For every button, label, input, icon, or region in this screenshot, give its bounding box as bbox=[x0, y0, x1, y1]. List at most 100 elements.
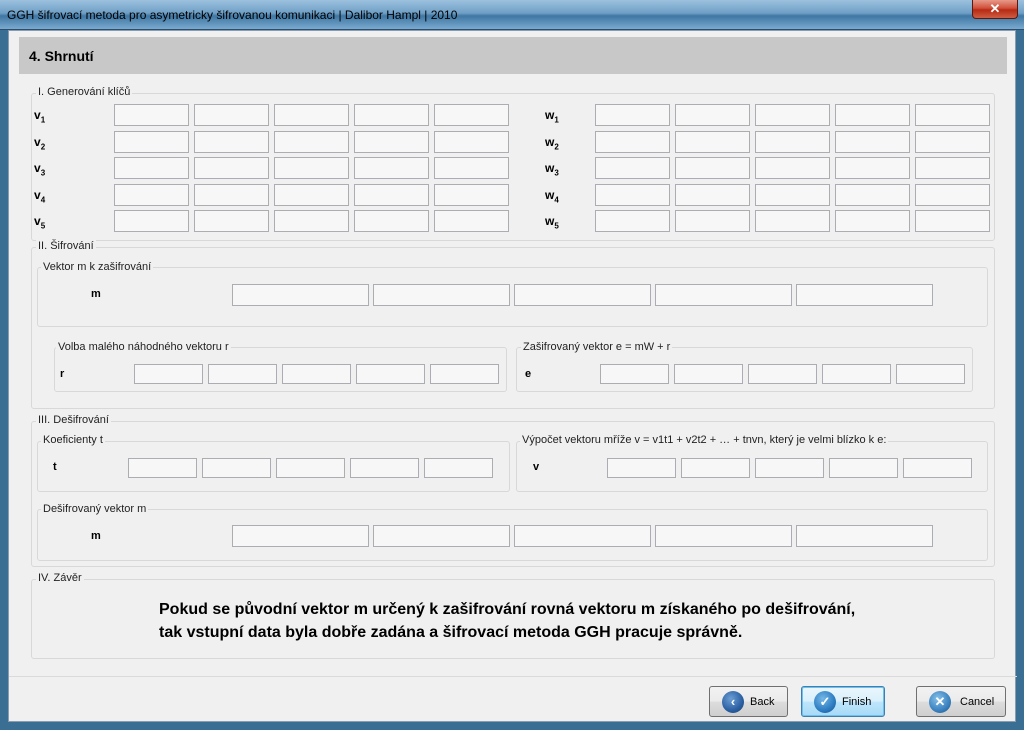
t-vector-cell[interactable] bbox=[276, 458, 345, 478]
checkmark-icon: ✓ bbox=[814, 691, 836, 713]
v-matrix-cell[interactable] bbox=[114, 157, 189, 179]
decrypted-m-cell[interactable] bbox=[796, 525, 933, 547]
w-matrix-cell[interactable] bbox=[835, 210, 910, 232]
conclusion-label: IV. Závěr bbox=[36, 572, 84, 584]
t-vector-cell[interactable] bbox=[424, 458, 493, 478]
w-matrix-cell[interactable] bbox=[595, 210, 670, 232]
v-matrix-cell[interactable] bbox=[194, 104, 269, 126]
r-vector-cell[interactable] bbox=[208, 364, 277, 384]
w-matrix-cell[interactable] bbox=[915, 157, 990, 179]
page-title: 4. Shrnutí bbox=[29, 48, 94, 64]
w-matrix-cell[interactable] bbox=[595, 104, 670, 126]
v-matrix-cell[interactable] bbox=[274, 131, 349, 153]
v-matrix-cell[interactable] bbox=[354, 131, 429, 153]
v-vector-cell[interactable] bbox=[903, 458, 972, 478]
m-vector-cell[interactable] bbox=[514, 284, 651, 306]
w-matrix-cell[interactable] bbox=[755, 210, 830, 232]
v-label: v bbox=[533, 461, 540, 473]
w-matrix-cell[interactable] bbox=[835, 157, 910, 179]
v-matrix-cell[interactable] bbox=[274, 157, 349, 179]
e-vector-cell[interactable] bbox=[600, 364, 669, 384]
w-matrix-cell[interactable] bbox=[595, 131, 670, 153]
v5-label: v5 bbox=[34, 214, 46, 231]
w-matrix-cell[interactable] bbox=[835, 131, 910, 153]
v-matrix-cell[interactable] bbox=[354, 104, 429, 126]
w-matrix-cell[interactable] bbox=[675, 131, 750, 153]
r-label: r bbox=[60, 368, 65, 380]
finish-button[interactable]: ✓ Finish bbox=[801, 686, 885, 717]
m-label: m bbox=[91, 288, 101, 300]
w-matrix-cell[interactable] bbox=[595, 157, 670, 179]
t-vector-cell[interactable] bbox=[350, 458, 419, 478]
w-matrix-cell[interactable] bbox=[675, 210, 750, 232]
r-vector-cell[interactable] bbox=[282, 364, 351, 384]
v-matrix-cell[interactable] bbox=[194, 131, 269, 153]
v-matrix-cell[interactable] bbox=[434, 104, 509, 126]
v-matrix-cell[interactable] bbox=[354, 184, 429, 206]
w-matrix-cell[interactable] bbox=[755, 184, 830, 206]
w-matrix-cell[interactable] bbox=[675, 157, 750, 179]
t-vector-cell[interactable] bbox=[128, 458, 197, 478]
v-matrix-cell[interactable] bbox=[114, 184, 189, 206]
back-button-label: Back bbox=[750, 696, 775, 708]
cancel-button-label: Cancel bbox=[960, 696, 995, 708]
v2-label: v2 bbox=[34, 135, 46, 152]
coefficients-label: Koeficienty t bbox=[41, 434, 105, 446]
decrypted-m-cell[interactable] bbox=[373, 525, 510, 547]
w-matrix-cell[interactable] bbox=[835, 184, 910, 206]
decrypted-m-cell[interactable] bbox=[514, 525, 651, 547]
v-matrix-cell[interactable] bbox=[434, 131, 509, 153]
w-matrix-cell[interactable] bbox=[675, 104, 750, 126]
lattice-vector-label: Výpočet vektoru mříže v = v1t1 + v2t2 + … bbox=[520, 434, 889, 446]
v-matrix-cell[interactable] bbox=[194, 184, 269, 206]
v-matrix-cell[interactable] bbox=[274, 210, 349, 232]
m-vector-cell[interactable] bbox=[232, 284, 369, 306]
w-matrix-cell[interactable] bbox=[755, 157, 830, 179]
r-vector-cell[interactable] bbox=[134, 364, 203, 384]
decryption-label: III. Dešifrování bbox=[36, 414, 111, 426]
decrypted-m-cell[interactable] bbox=[655, 525, 792, 547]
m-vector-cell[interactable] bbox=[655, 284, 792, 306]
v-matrix-cell[interactable] bbox=[434, 184, 509, 206]
w-matrix-cell[interactable] bbox=[835, 104, 910, 126]
v-matrix-cell[interactable] bbox=[114, 131, 189, 153]
v-matrix-cell[interactable] bbox=[274, 184, 349, 206]
w-matrix-cell[interactable] bbox=[595, 184, 670, 206]
e-vector-cell[interactable] bbox=[896, 364, 965, 384]
v1-label: v1 bbox=[34, 108, 46, 125]
w-matrix-cell[interactable] bbox=[915, 184, 990, 206]
t-vector-cell[interactable] bbox=[202, 458, 271, 478]
e-vector-cell[interactable] bbox=[674, 364, 743, 384]
w4-label: w4 bbox=[545, 188, 559, 205]
v-matrix-cell[interactable] bbox=[354, 210, 429, 232]
w-matrix-cell[interactable] bbox=[915, 131, 990, 153]
v-matrix-cell[interactable] bbox=[434, 157, 509, 179]
v-matrix-cell[interactable] bbox=[434, 210, 509, 232]
title-bar: GGH šifrovací metoda pro asymetricky šif… bbox=[0, 0, 1024, 30]
v-vector-cell[interactable] bbox=[755, 458, 824, 478]
v-matrix-cell[interactable] bbox=[194, 210, 269, 232]
m-vector-cell[interactable] bbox=[796, 284, 933, 306]
r-vector-cell[interactable] bbox=[356, 364, 425, 384]
back-button[interactable]: ‹ Back bbox=[709, 686, 788, 717]
v-matrix-cell[interactable] bbox=[114, 104, 189, 126]
w-matrix-cell[interactable] bbox=[915, 104, 990, 126]
w-matrix-cell[interactable] bbox=[915, 210, 990, 232]
v-vector-cell[interactable] bbox=[681, 458, 750, 478]
v-matrix-cell[interactable] bbox=[354, 157, 429, 179]
cancel-button[interactable]: ✕ Cancel bbox=[916, 686, 1006, 717]
w-matrix-cell[interactable] bbox=[755, 104, 830, 126]
decrypted-m-cell[interactable] bbox=[232, 525, 369, 547]
w-matrix-cell[interactable] bbox=[675, 184, 750, 206]
v-matrix-cell[interactable] bbox=[274, 104, 349, 126]
v-matrix-cell[interactable] bbox=[194, 157, 269, 179]
v-matrix-cell[interactable] bbox=[114, 210, 189, 232]
close-button[interactable]: ✕ bbox=[972, 0, 1018, 19]
w-matrix-cell[interactable] bbox=[755, 131, 830, 153]
v-vector-cell[interactable] bbox=[607, 458, 676, 478]
e-vector-cell[interactable] bbox=[822, 364, 891, 384]
v-vector-cell[interactable] bbox=[829, 458, 898, 478]
e-vector-cell[interactable] bbox=[748, 364, 817, 384]
m-vector-cell[interactable] bbox=[373, 284, 510, 306]
r-vector-cell[interactable] bbox=[430, 364, 499, 384]
